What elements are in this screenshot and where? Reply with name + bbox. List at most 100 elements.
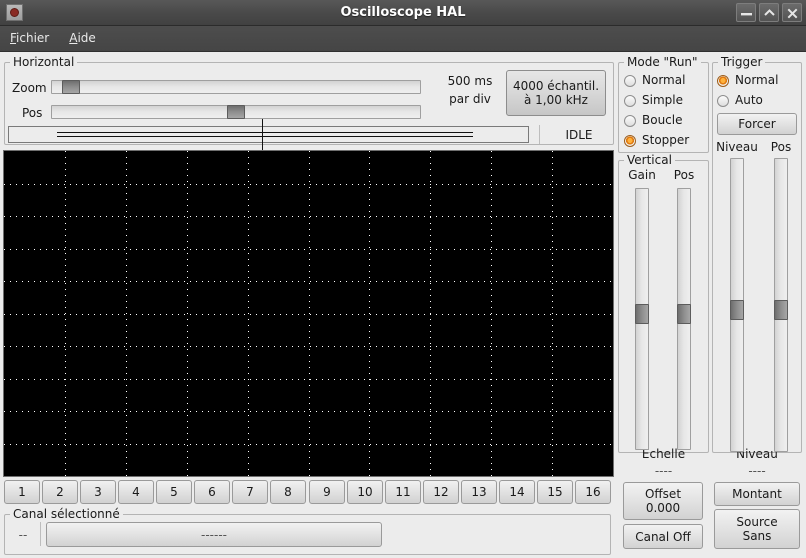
radio-icon bbox=[624, 95, 636, 107]
oscilloscope-window: Oscilloscope HAL Fichier Aide Horizontal… bbox=[0, 0, 806, 558]
sample-rate-button[interactable]: 4000 échantil. à 1,00 kHz bbox=[506, 70, 606, 116]
channel-button-6[interactable]: 6 bbox=[194, 480, 230, 504]
selected-channel-group: Canal sélectionné -- ------ bbox=[4, 507, 611, 555]
run-mode-group: Mode "Run" Normal Simple Boucle Stopper bbox=[618, 55, 709, 153]
grid-line-vertical bbox=[187, 151, 188, 476]
trigger-level-slider[interactable] bbox=[730, 158, 744, 452]
force-trigger-label: Forcer bbox=[738, 117, 776, 131]
sample-rate-label: à 1,00 kHz bbox=[524, 93, 588, 107]
grid-line-vertical bbox=[552, 151, 553, 476]
selected-channel-group-label: Canal sélectionné bbox=[10, 507, 123, 521]
grid-line-vertical bbox=[430, 151, 431, 476]
radio-icon bbox=[624, 75, 636, 87]
selected-channel-separator bbox=[40, 522, 41, 546]
trigger-pos-label: Pos bbox=[770, 140, 792, 154]
vertical-gain-slider-handle[interactable] bbox=[635, 304, 649, 324]
timebase-unit: par div bbox=[449, 92, 491, 106]
trigger-option-auto-label: Auto bbox=[735, 93, 763, 107]
trigger-position-tick bbox=[262, 119, 263, 150]
horizontal-group-body: Zoom Pos 500 ms par div 4000 échantil. à… bbox=[4, 62, 614, 150]
pos-label: Pos bbox=[22, 106, 43, 120]
channel-button-11[interactable]: 11 bbox=[385, 480, 421, 504]
trigger-source-label: Source bbox=[736, 515, 778, 529]
timebase-value: 500 ms bbox=[447, 74, 493, 88]
run-mode-group-body: Normal Simple Boucle Stopper bbox=[618, 62, 709, 153]
trigger-pos-slider[interactable] bbox=[774, 158, 788, 452]
selected-channel-name-button[interactable]: ------ bbox=[46, 522, 382, 547]
trigger-group-body: Normal Auto Forcer Niveau Pos bbox=[712, 62, 802, 453]
channel-button-7[interactable]: 7 bbox=[232, 480, 268, 504]
run-mode-option-normal-label: Normal bbox=[642, 73, 686, 87]
horizontal-group: Horizontal Zoom Pos 500 ms par div 4000 … bbox=[4, 55, 614, 150]
zoom-slider-handle[interactable] bbox=[62, 80, 80, 94]
menu-item-aide-rest: ide bbox=[77, 31, 96, 45]
vertical-pos-label: Pos bbox=[673, 168, 695, 182]
trigger-source-button[interactable]: Source Sans bbox=[714, 509, 800, 549]
zoom-label: Zoom bbox=[12, 81, 47, 95]
trigger-group: Trigger Normal Auto Forcer Niveau Pos bbox=[712, 55, 802, 453]
radio-icon bbox=[624, 115, 636, 127]
menu-bar: Fichier Aide bbox=[0, 26, 806, 52]
channel-button-13[interactable]: 13 bbox=[461, 480, 497, 504]
window-title: Oscilloscope HAL bbox=[340, 5, 466, 20]
horizontal-group-label: Horizontal bbox=[10, 55, 78, 69]
grid-line-vertical bbox=[65, 151, 66, 476]
channel-button-3[interactable]: 3 bbox=[80, 480, 116, 504]
vertical-group-body: Gain Pos bbox=[618, 160, 709, 453]
data-window-range bbox=[57, 132, 473, 137]
scope-display[interactable] bbox=[3, 150, 614, 477]
channel-button-2[interactable]: 2 bbox=[42, 480, 78, 504]
offset-value: 0.000 bbox=[645, 501, 681, 515]
trigger-level-slider-handle[interactable] bbox=[730, 300, 744, 320]
maximize-button[interactable] bbox=[759, 3, 779, 22]
grid-line-vertical bbox=[126, 151, 127, 476]
zoom-slider-track[interactable] bbox=[51, 80, 421, 94]
zoom-slider[interactable] bbox=[51, 80, 421, 94]
selected-channel-index: -- bbox=[18, 528, 28, 542]
channel-button-1[interactable]: 1 bbox=[4, 480, 40, 504]
vertical-pos-slider[interactable] bbox=[677, 188, 691, 450]
horizontal-pos-slider-handle[interactable] bbox=[227, 105, 245, 119]
channel-button-4[interactable]: 4 bbox=[118, 480, 154, 504]
channel-button-16[interactable]: 16 bbox=[575, 480, 611, 504]
menu-item-aide[interactable]: Aide bbox=[59, 26, 106, 49]
channel-button-10[interactable]: 10 bbox=[347, 480, 383, 504]
channel-button-5[interactable]: 5 bbox=[156, 480, 192, 504]
grid-line-vertical bbox=[491, 151, 492, 476]
channel-button-14[interactable]: 14 bbox=[499, 480, 535, 504]
channel-button-8[interactable]: 8 bbox=[270, 480, 306, 504]
menu-item-fichier-rest: ichier bbox=[16, 31, 50, 45]
trigger-source-value: Sans bbox=[742, 529, 772, 543]
trigger-edge-button[interactable]: Montant bbox=[714, 482, 800, 506]
radio-icon bbox=[717, 95, 729, 107]
vertical-scale-value: ---- bbox=[654, 464, 673, 478]
trigger-edge-label: Montant bbox=[732, 487, 782, 501]
status-separator bbox=[539, 125, 540, 144]
title-bar: Oscilloscope HAL bbox=[0, 0, 806, 26]
grid-line-vertical bbox=[248, 151, 249, 476]
trigger-option-normal-label: Normal bbox=[735, 73, 779, 87]
run-mode-option-boucle-label: Boucle bbox=[642, 113, 683, 127]
close-button[interactable] bbox=[782, 3, 802, 22]
vertical-pos-slider-handle[interactable] bbox=[677, 304, 691, 324]
channel-button-9[interactable]: 9 bbox=[309, 480, 345, 504]
channel-button-12[interactable]: 12 bbox=[423, 480, 459, 504]
vertical-gain-slider[interactable] bbox=[635, 188, 649, 450]
horizontal-pos-slider[interactable] bbox=[51, 105, 421, 119]
radio-icon-selected bbox=[624, 135, 636, 147]
force-trigger-button[interactable]: Forcer bbox=[717, 113, 797, 135]
sample-count-label: 4000 échantil. bbox=[512, 79, 600, 93]
channel-toggle-label: Canal Off bbox=[635, 529, 691, 544]
channel-button-15[interactable]: 15 bbox=[537, 480, 573, 504]
offset-button[interactable]: Offset 0.000 bbox=[623, 482, 703, 520]
trigger-pos-slider-handle[interactable] bbox=[774, 300, 788, 320]
vertical-group-label: Vertical bbox=[624, 153, 675, 167]
data-window-indicator[interactable] bbox=[8, 126, 529, 143]
run-mode-option-simple-label: Simple bbox=[642, 93, 683, 107]
run-mode-group-label: Mode "Run" bbox=[624, 55, 701, 69]
vertical-group: Vertical Gain Pos bbox=[618, 153, 709, 453]
window-buttons bbox=[733, 3, 802, 23]
minimize-button[interactable] bbox=[736, 3, 756, 22]
menu-item-fichier[interactable]: Fichier bbox=[0, 26, 59, 49]
channel-toggle-button[interactable]: Canal Off bbox=[623, 524, 703, 549]
